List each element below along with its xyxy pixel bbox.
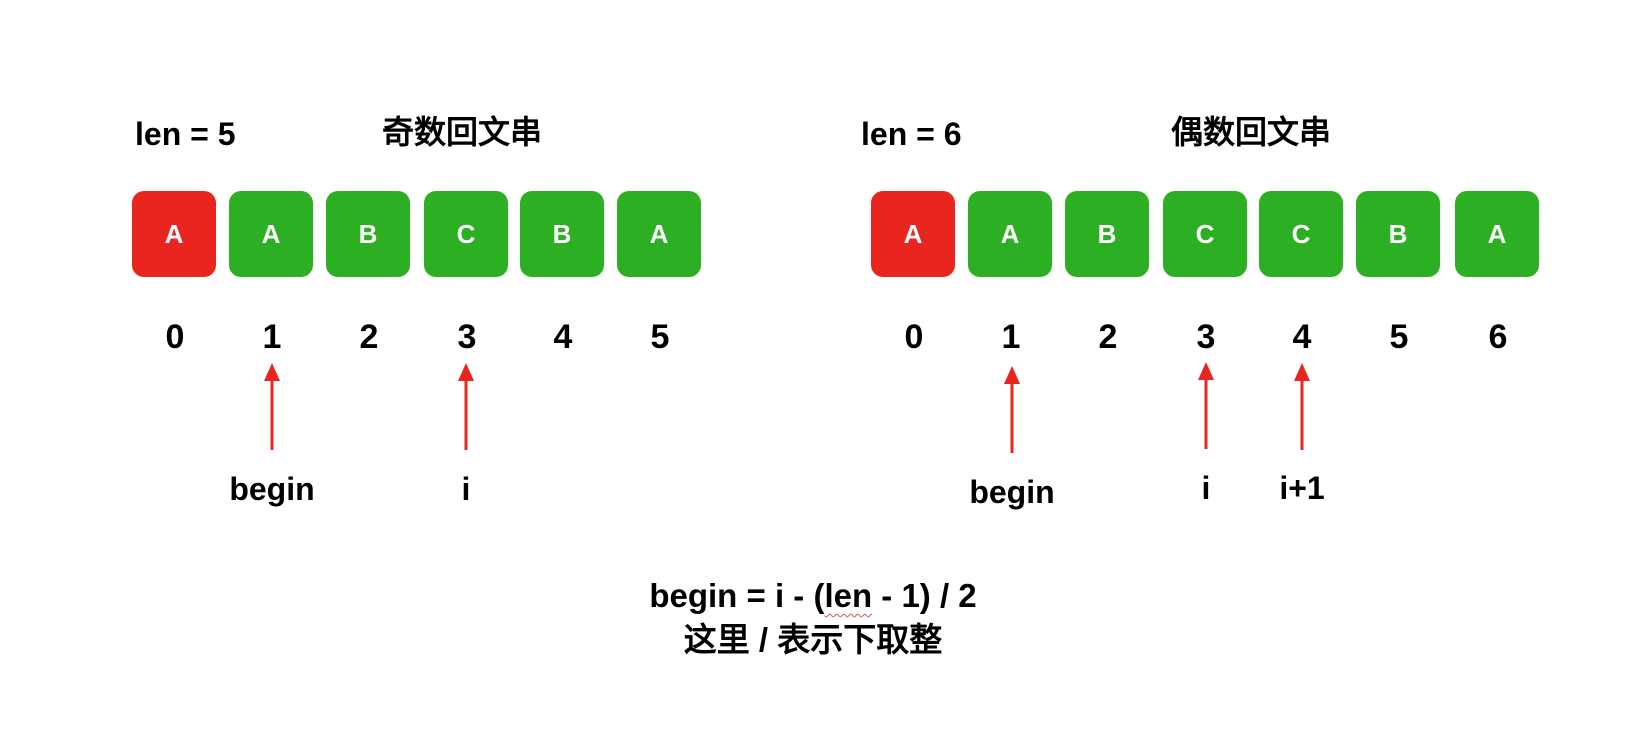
odd-begin-label: begin bbox=[229, 471, 315, 507]
odd-i-arrow bbox=[458, 363, 474, 450]
odd-begin-arrow bbox=[264, 363, 280, 450]
odd-i-label: i bbox=[461, 471, 471, 507]
even-begin-label: begin bbox=[969, 474, 1055, 510]
begin-formula: begin = i - (len - 1) / 2 bbox=[0, 574, 1626, 618]
formula-after: - 1) / 2 bbox=[872, 577, 977, 614]
even-i-arrow bbox=[1198, 362, 1214, 449]
even-i-plus-1-arrow bbox=[1294, 363, 1310, 450]
even-i-plus-1-label: i+1 bbox=[1279, 470, 1325, 506]
even-begin-arrow bbox=[1004, 366, 1020, 453]
formula-len: len bbox=[824, 577, 873, 614]
formula-before: begin = i - ( bbox=[649, 577, 825, 614]
floor-division-note: 这里 / 表示下取整 bbox=[683, 621, 943, 658]
